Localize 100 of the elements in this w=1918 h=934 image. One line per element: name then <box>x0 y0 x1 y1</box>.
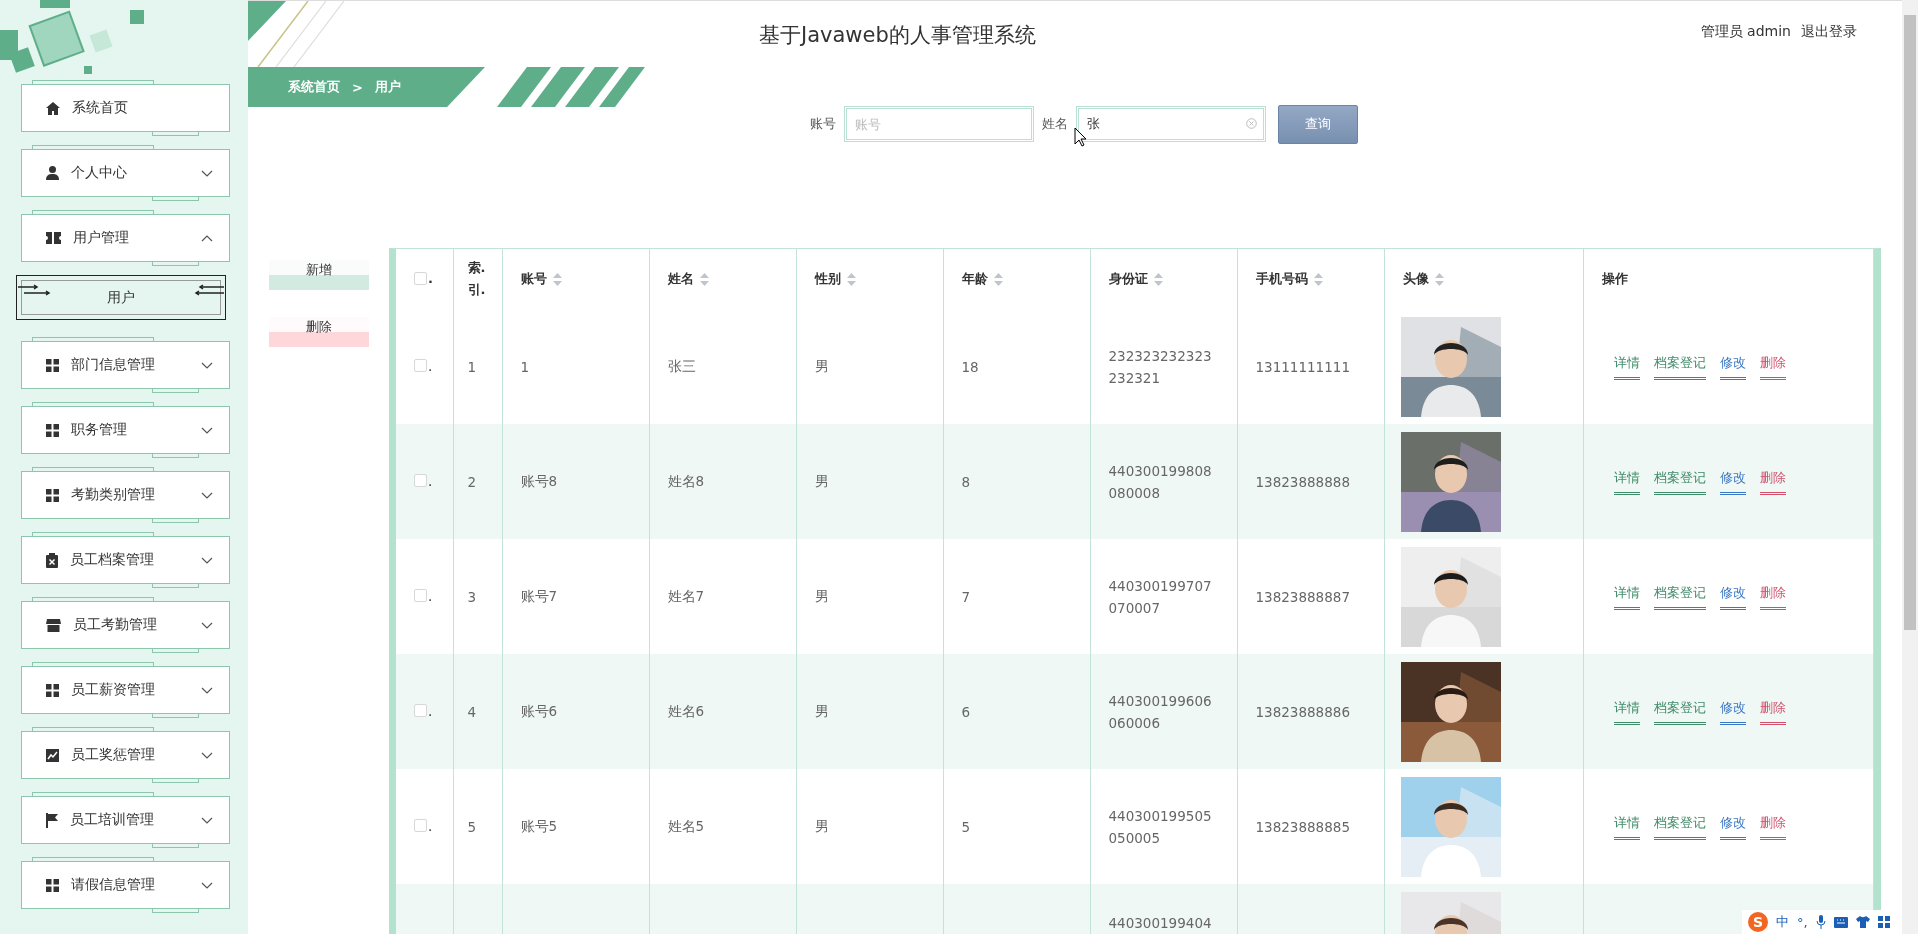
clipboard-icon <box>46 552 58 568</box>
checkbox[interactable] <box>414 589 427 603</box>
table-cell: 张三 <box>667 357 696 374</box>
action-link[interactable]: 修改 <box>1719 468 1746 495</box>
table-cell: 5 <box>467 818 477 835</box>
action-link[interactable]: 删除 <box>1759 468 1786 495</box>
checkbox-label: . <box>428 472 433 489</box>
input-field[interactable]: 账号 <box>844 106 1034 142</box>
keyboard-icon[interactable] <box>1833 916 1848 928</box>
sort-icon[interactable] <box>1313 273 1323 286</box>
table-cell: 13823888885 <box>1255 818 1350 835</box>
chevron-down-icon[interactable] <box>201 686 213 694</box>
table-cell: 6 <box>961 703 971 720</box>
grid-icon <box>46 878 59 892</box>
action-link[interactable]: 修改 <box>1719 698 1746 725</box>
table-cell: 账号5 <box>520 817 558 834</box>
action-link[interactable]: 详情 <box>1613 813 1640 840</box>
action-link[interactable]: 档案登记 <box>1653 698 1706 725</box>
cursor-icon <box>1074 127 1087 147</box>
checkbox[interactable] <box>414 704 427 718</box>
grid-icon <box>46 683 59 697</box>
table-cell: 男 <box>814 817 829 834</box>
chevron-down-icon[interactable] <box>201 556 213 564</box>
checkbox[interactable] <box>414 819 427 833</box>
delete-button[interactable]: 删除 <box>269 317 369 347</box>
checkbox-label: . <box>428 587 433 604</box>
action-link[interactable]: 删除 <box>1759 583 1786 610</box>
action-link[interactable]: 详情 <box>1613 468 1640 495</box>
checkbox[interactable] <box>414 271 427 285</box>
chevron-down-icon[interactable] <box>201 621 213 629</box>
table-cell: 姓名5 <box>667 817 705 834</box>
store-icon <box>46 618 61 632</box>
table-cell-text: 440300199505050005 <box>1108 806 1212 848</box>
table-cell: 账号7 <box>520 587 558 604</box>
chevron-down-icon[interactable] <box>201 426 213 434</box>
sort-icon[interactable] <box>1434 273 1444 286</box>
table-cell-text: 232323232323232321 <box>1108 346 1212 388</box>
flag-icon <box>46 812 58 828</box>
table-cell: 13823888887 <box>1255 588 1350 605</box>
sort-icon[interactable] <box>846 273 856 286</box>
action-link[interactable]: 详情 <box>1613 353 1640 380</box>
action-link[interactable]: 详情 <box>1613 698 1640 725</box>
clear-icon[interactable] <box>1246 118 1257 129</box>
grid-icon <box>46 423 59 437</box>
table-cell: 7 <box>961 588 971 605</box>
field-label: 姓名 <box>1042 115 1068 133</box>
sort-icon[interactable] <box>1153 273 1163 286</box>
grid-icon <box>46 358 59 372</box>
table-cell-text: 440300199808080008 <box>1108 461 1212 503</box>
input-field[interactable]: 张 <box>1076 106 1266 142</box>
checkbox-label: . <box>428 270 433 286</box>
chevron-down-icon[interactable] <box>201 881 213 889</box>
sort-icon[interactable] <box>699 273 709 286</box>
table-cell: 8 <box>961 473 971 490</box>
sort-icon[interactable] <box>993 273 1003 286</box>
table-cell: 姓名7 <box>667 587 705 604</box>
action-link[interactable]: 删除 <box>1759 698 1786 725</box>
chevron-down-icon[interactable] <box>201 491 213 499</box>
table-cell: 13823888888 <box>1255 473 1350 490</box>
action-link[interactable]: 删除 <box>1759 353 1786 380</box>
checkbox-label: . <box>428 357 433 374</box>
shirt-icon[interactable] <box>1855 916 1870 928</box>
ticket-icon <box>46 232 61 244</box>
chevron-up-icon[interactable] <box>201 234 213 242</box>
sort-icon[interactable] <box>552 273 562 286</box>
action-link[interactable]: 修改 <box>1719 813 1746 840</box>
table-cell: 3 <box>467 588 477 605</box>
action-link[interactable]: 档案登记 <box>1653 583 1706 610</box>
ime-mode[interactable]: 中 <box>1776 913 1789 931</box>
checkbox[interactable] <box>414 474 427 488</box>
submenu-item[interactable]: 用户 <box>16 275 226 320</box>
table-cell: 2 <box>467 473 477 490</box>
page-title: 基于Javaweb的人事管理系统 <box>759 22 1036 49</box>
table-cell: 男 <box>814 472 829 489</box>
add-button[interactable]: 新增 <box>269 260 369 290</box>
microphone-icon[interactable] <box>1815 915 1826 929</box>
action-link[interactable]: 修改 <box>1719 583 1746 610</box>
chevron-down-icon[interactable] <box>201 361 213 369</box>
scrollbar[interactable] <box>1902 0 1918 934</box>
table-cell: 4 <box>467 703 477 720</box>
arrows-icon <box>194 284 224 296</box>
action-link[interactable]: 删除 <box>1759 813 1786 840</box>
chevron-down-icon[interactable] <box>201 816 213 824</box>
ime-punctuation[interactable]: °, <box>1797 914 1808 930</box>
logout-link[interactable]: 退出登录 <box>1801 23 1857 41</box>
action-link[interactable]: 档案登记 <box>1653 468 1706 495</box>
chevron-down-icon[interactable] <box>201 169 213 177</box>
action-link[interactable]: 修改 <box>1719 353 1746 380</box>
action-link[interactable]: 档案登记 <box>1653 353 1706 380</box>
action-link[interactable]: 档案登记 <box>1653 813 1706 840</box>
action-link[interactable]: 详情 <box>1613 583 1640 610</box>
checkbox[interactable] <box>414 359 427 373</box>
grid-icon[interactable] <box>1877 916 1890 928</box>
scrollbar-thumb[interactable] <box>1904 15 1916 630</box>
table-cell-text: 440300199707070007 <box>1108 576 1212 618</box>
table-cell: 账号8 <box>520 472 558 489</box>
user-icon <box>46 166 59 180</box>
table-cell: 5 <box>961 818 971 835</box>
chevron-down-icon[interactable] <box>201 751 213 759</box>
table-cell: 18 <box>961 358 979 375</box>
